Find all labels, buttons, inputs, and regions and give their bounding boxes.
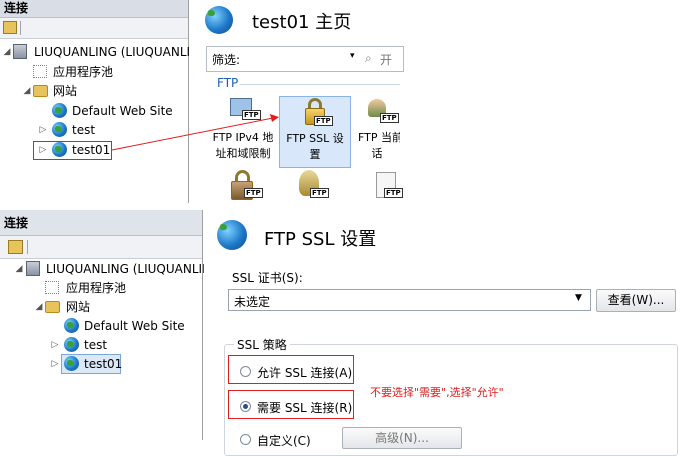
bottom-tree-default-site[interactable]: Default Web Site (0, 317, 202, 335)
bottom-tree-default-site-label: Default Web Site (84, 319, 185, 333)
expand-icon[interactable]: ▷ (50, 336, 60, 354)
bottom-connections-title: 连接 (4, 216, 29, 230)
advanced-button[interactable]: 高级(N)... (342, 427, 462, 449)
bottom-tree-app-pools[interactable]: 应用程序池 (0, 279, 202, 297)
cert-dropdown[interactable]: 未选定 ▼ (228, 289, 591, 311)
expand-icon[interactable]: ▷ (50, 355, 60, 373)
bottom-tree-server[interactable]: ◢ LIUQUANLING (LIUQUANLIN (0, 260, 211, 278)
cert-label: SSL 证书(S): (232, 271, 303, 285)
bottom-new-connection-icon[interactable] (8, 240, 23, 254)
app-pool-icon (45, 281, 59, 294)
view-button[interactable]: 查看(W)... (596, 289, 676, 312)
toolbar-separator (27, 240, 28, 254)
custom-label: 自定义(C) (257, 434, 311, 448)
collapse-icon[interactable]: ◢ (34, 298, 44, 316)
bottom-page-title: FTP SSL 设置 (264, 229, 377, 250)
view-button-label: 查看(W)... (607, 293, 665, 307)
allow-ssl-highlight (228, 355, 354, 384)
chevron-down-icon: ▼ (575, 293, 582, 303)
folder-icon (45, 301, 60, 313)
server-icon (26, 261, 40, 276)
bottom-tree-test-label: test (84, 338, 108, 352)
advanced-button-label: 高级(N)... (375, 431, 429, 445)
bottom-tree-sites-label: 网站 (66, 300, 91, 314)
bottom-tree-test[interactable]: ▷ test (0, 336, 202, 354)
bottom-tree-server-label: LIUQUANLING (LIUQUANLIN (46, 262, 212, 276)
globe-icon (64, 318, 79, 333)
screenshot-divider (0, 203, 697, 210)
cert-dropdown-value: 未选定 (234, 295, 271, 309)
bottom-connections-pane: 连接 ◢ LIUQUANLING (LIUQUANLIN 应用程序池 ◢ 网站 … (0, 210, 211, 440)
annotation-text: 不要选择"需要",选择"允许" (370, 386, 504, 399)
bottom-tree-sites[interactable]: ◢ 网站 (0, 298, 202, 316)
bottom-tree-test01-label: test01 (84, 357, 123, 371)
require-ssl-highlight (228, 390, 354, 419)
bottom-connections-header: 连接 (0, 210, 202, 236)
bottom-tree-app-pools-label: 应用程序池 (66, 281, 127, 295)
collapse-icon[interactable]: ◢ (14, 260, 24, 278)
bottom-connections-toolbar (0, 236, 202, 259)
globe-icon (64, 356, 79, 371)
site-globe-icon (217, 220, 247, 250)
option-custom[interactable]: 自定义(C) (236, 430, 336, 448)
globe-icon (64, 337, 79, 352)
bottom-main-pane: FTP SSL 设置 SSL 证书(S): 未选定 ▼ 查看(W)... SSL… (204, 210, 697, 456)
ssl-policy-label: SSL 策略 (234, 336, 290, 353)
bottom-tree-test01[interactable]: ▷ test01 (0, 354, 202, 374)
